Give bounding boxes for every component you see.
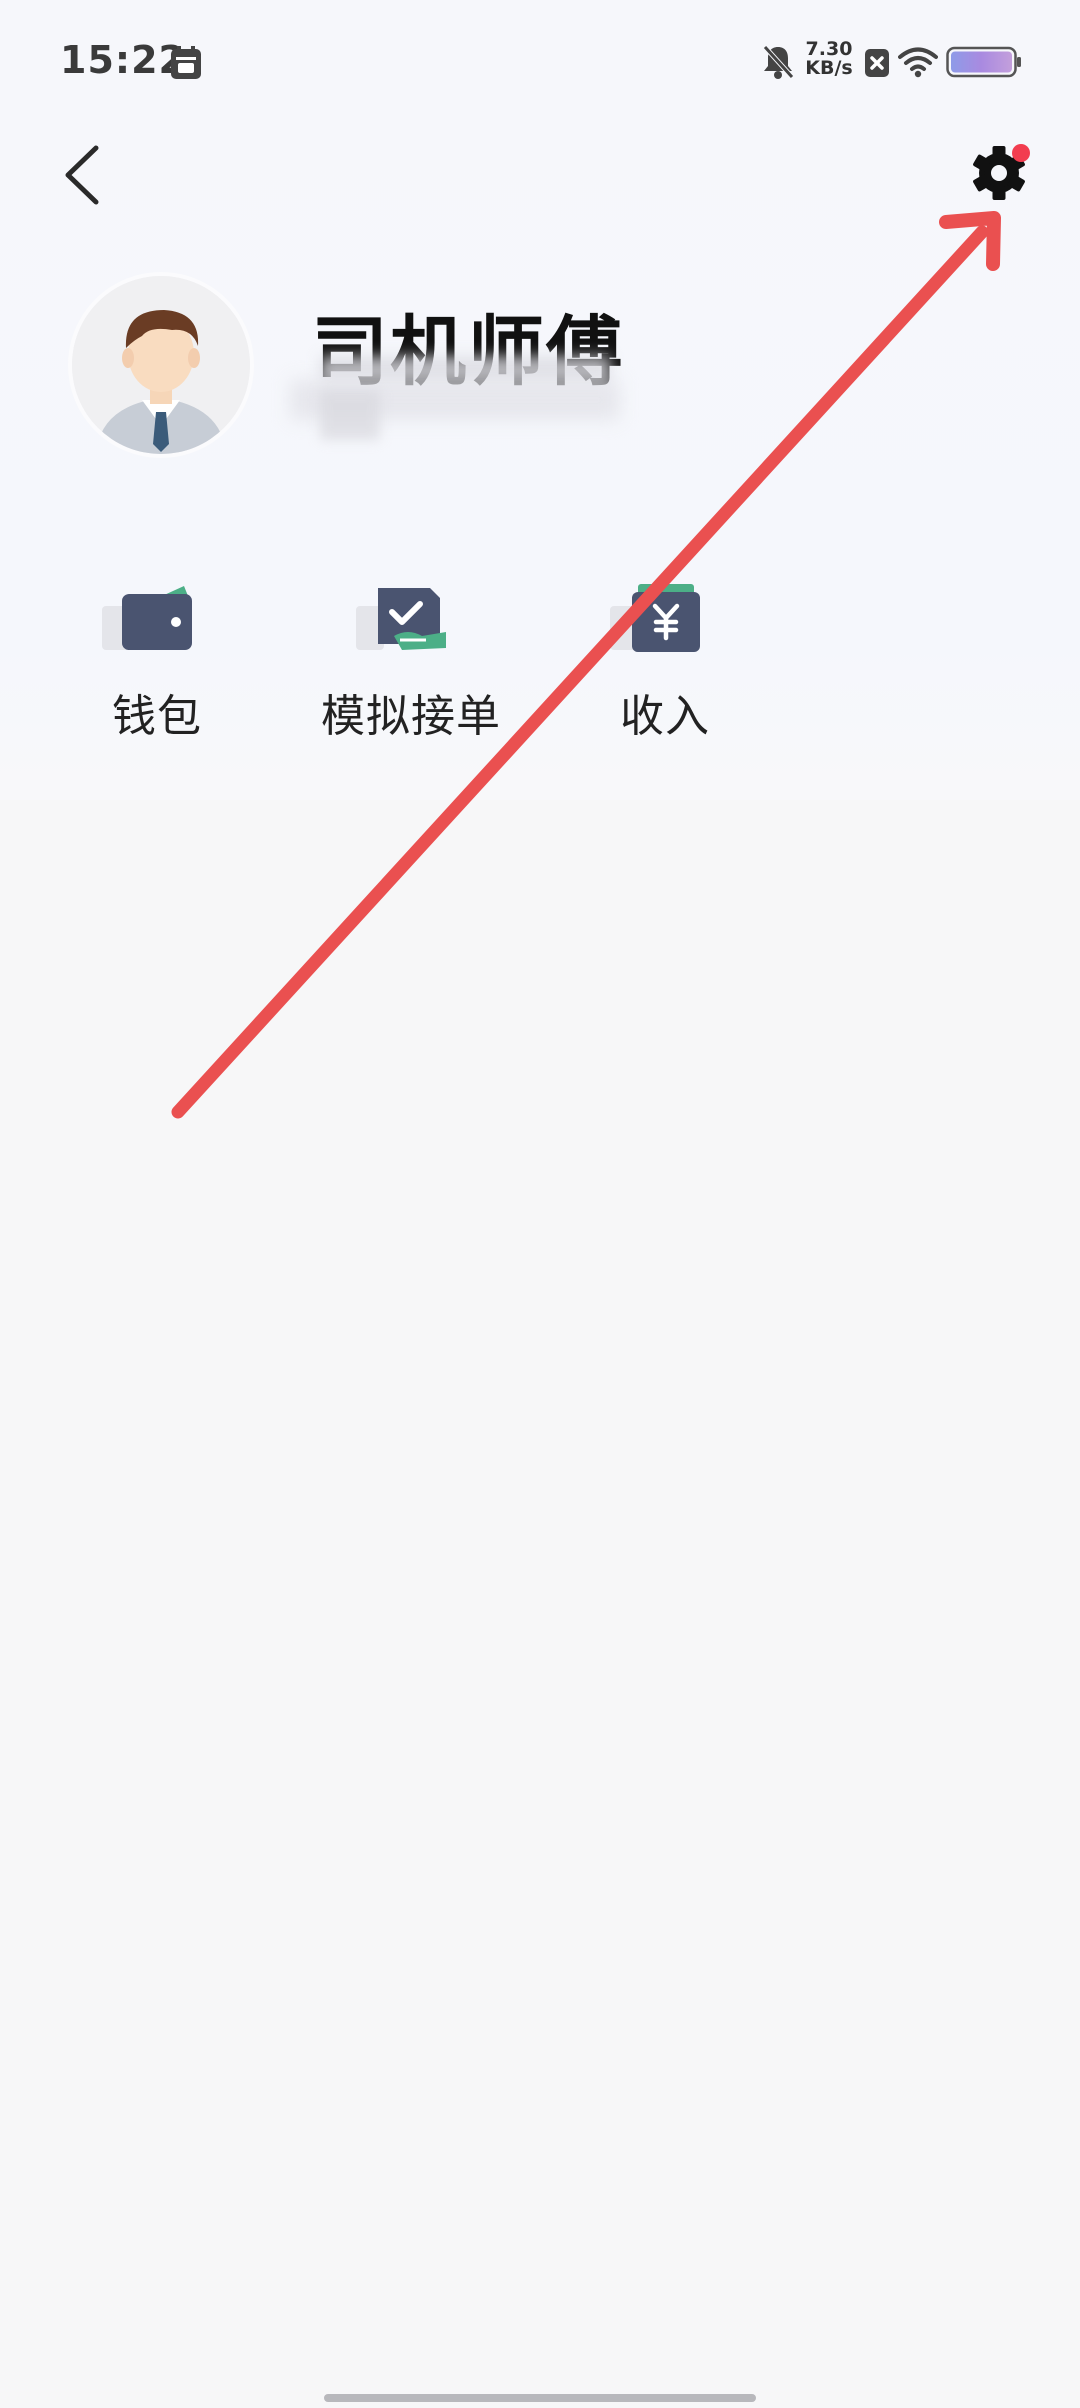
network-speed: 7.30 KB/s — [803, 40, 855, 78]
back-button[interactable] — [56, 140, 116, 210]
order-check-icon — [356, 588, 446, 650]
battery-icon — [946, 46, 1021, 78]
feature-income-label: 收入 — [620, 691, 710, 742]
network-speed-unit: KB/s — [805, 57, 853, 79]
calendar-icon — [171, 46, 201, 79]
feature-wallet-label: 钱包 — [112, 691, 202, 742]
wifi-icon — [898, 47, 938, 78]
feature-simulate-order-label: 模拟接单 — [321, 691, 501, 742]
settings-notification-badge — [1012, 144, 1030, 162]
status-bar: 15:22 7.30 KB/s — [0, 0, 1080, 120]
feature-simulate-order[interactable]: 模拟接单 — [286, 584, 536, 744]
redacted-info-blur — [320, 356, 610, 382]
redacted-info-blur — [320, 390, 380, 440]
close-box-icon — [865, 49, 889, 77]
feature-income[interactable]: 收入 — [540, 584, 790, 744]
bell-off-icon — [763, 45, 794, 79]
status-time: 15:22 — [60, 38, 186, 82]
avatar[interactable] — [72, 276, 250, 454]
feature-wallet[interactable]: 钱包 — [32, 584, 282, 744]
driver-avatar-illustration — [72, 276, 250, 454]
wallet-icon — [102, 586, 192, 650]
income-yuan-icon — [610, 584, 700, 652]
home-indicator[interactable] — [324, 2394, 756, 2402]
